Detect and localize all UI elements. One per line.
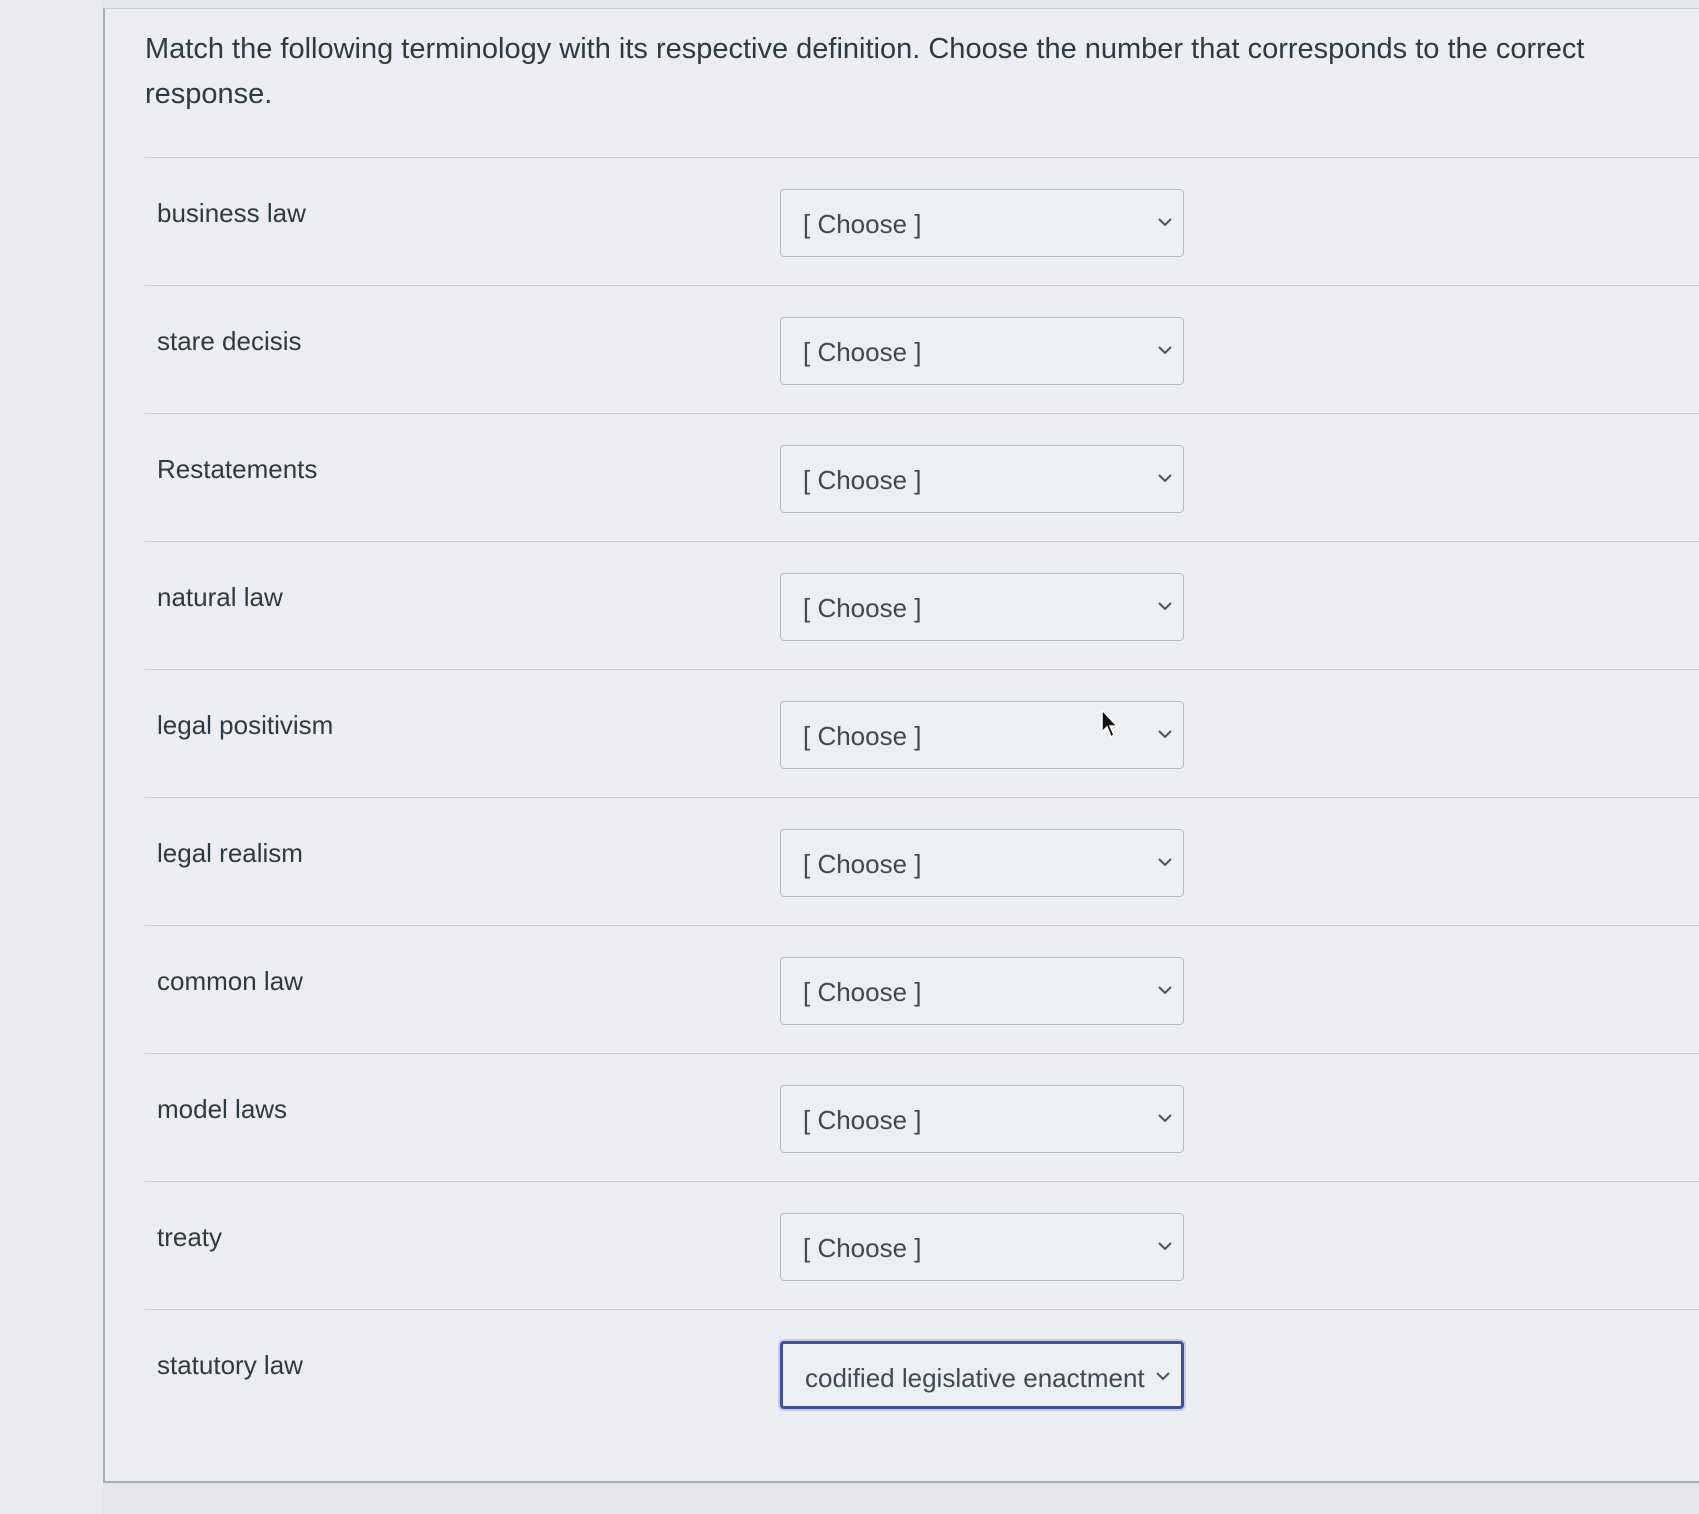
match-row: natural law [ Choose ] xyxy=(145,541,1699,669)
select-value: codified legislative enactment xyxy=(805,1363,1145,1393)
chevron-down-icon xyxy=(1158,218,1172,227)
term-label: statutory law xyxy=(157,1350,303,1380)
chevron-down-icon xyxy=(1158,1242,1172,1251)
answer-select[interactable]: [ Choose ] xyxy=(780,573,1184,641)
answer-select[interactable]: [ Choose ] xyxy=(780,957,1184,1025)
match-row: treaty [ Choose ] xyxy=(145,1181,1699,1309)
chevron-down-icon xyxy=(1158,474,1172,483)
match-row: statutory law codified legislative enact… xyxy=(145,1309,1699,1437)
quiz-page: Match the following terminology with its… xyxy=(0,0,1699,1514)
chevron-down-icon xyxy=(1158,602,1172,611)
answer-select[interactable]: [ Choose ] xyxy=(780,701,1184,769)
match-row: legal positivism [ Choose ] xyxy=(145,669,1699,797)
select-value: [ Choose ] xyxy=(803,721,922,751)
question-prompt: Match the following terminology with its… xyxy=(145,33,1585,110)
match-row: stare decisis [ Choose ] xyxy=(145,285,1699,413)
select-value: [ Choose ] xyxy=(803,209,922,239)
term-label: treaty xyxy=(157,1222,223,1252)
select-value: [ Choose ] xyxy=(803,849,922,879)
question-panel: Match the following terminology with its… xyxy=(103,8,1699,1483)
match-row: Restatements [ Choose ] xyxy=(145,413,1699,541)
match-rows: business law [ Choose ] stare decisis [ … xyxy=(145,157,1699,1437)
select-value: [ Choose ] xyxy=(803,1233,922,1263)
chevron-down-icon xyxy=(1158,346,1172,355)
chevron-down-icon xyxy=(1158,858,1172,867)
answer-select[interactable]: codified legislative enactment xyxy=(780,1341,1184,1409)
select-value: [ Choose ] xyxy=(803,977,922,1007)
match-row: model laws [ Choose ] xyxy=(145,1053,1699,1181)
mouse-pointer-icon xyxy=(1101,708,1119,739)
answer-select[interactable]: [ Choose ] xyxy=(780,829,1184,897)
match-row: legal realism [ Choose ] xyxy=(145,797,1699,925)
answer-select[interactable]: [ Choose ] xyxy=(780,1213,1184,1281)
select-value: [ Choose ] xyxy=(803,465,922,495)
select-value: [ Choose ] xyxy=(803,593,922,623)
answer-select[interactable]: [ Choose ] xyxy=(780,1085,1184,1153)
left-gutter xyxy=(0,0,103,1514)
answer-select[interactable]: [ Choose ] xyxy=(780,317,1184,385)
match-row: common law [ Choose ] xyxy=(145,925,1699,1053)
term-label: Restatements xyxy=(157,454,318,484)
chevron-down-icon xyxy=(1158,730,1172,739)
chevron-down-icon xyxy=(1156,1372,1170,1381)
term-label: legal realism xyxy=(157,838,303,868)
term-label: model laws xyxy=(157,1094,288,1124)
match-row: business law [ Choose ] xyxy=(145,157,1699,285)
answer-select[interactable]: [ Choose ] xyxy=(780,189,1184,257)
select-value: [ Choose ] xyxy=(803,337,922,367)
answer-select[interactable]: [ Choose ] xyxy=(780,445,1184,513)
term-label: legal positivism xyxy=(157,710,334,740)
select-value: [ Choose ] xyxy=(803,1105,922,1135)
term-label: business law xyxy=(157,198,306,228)
chevron-down-icon xyxy=(1158,986,1172,995)
term-label: stare decisis xyxy=(157,326,302,356)
term-label: natural law xyxy=(157,582,283,612)
chevron-down-icon xyxy=(1158,1114,1172,1123)
term-label: common law xyxy=(157,966,303,996)
